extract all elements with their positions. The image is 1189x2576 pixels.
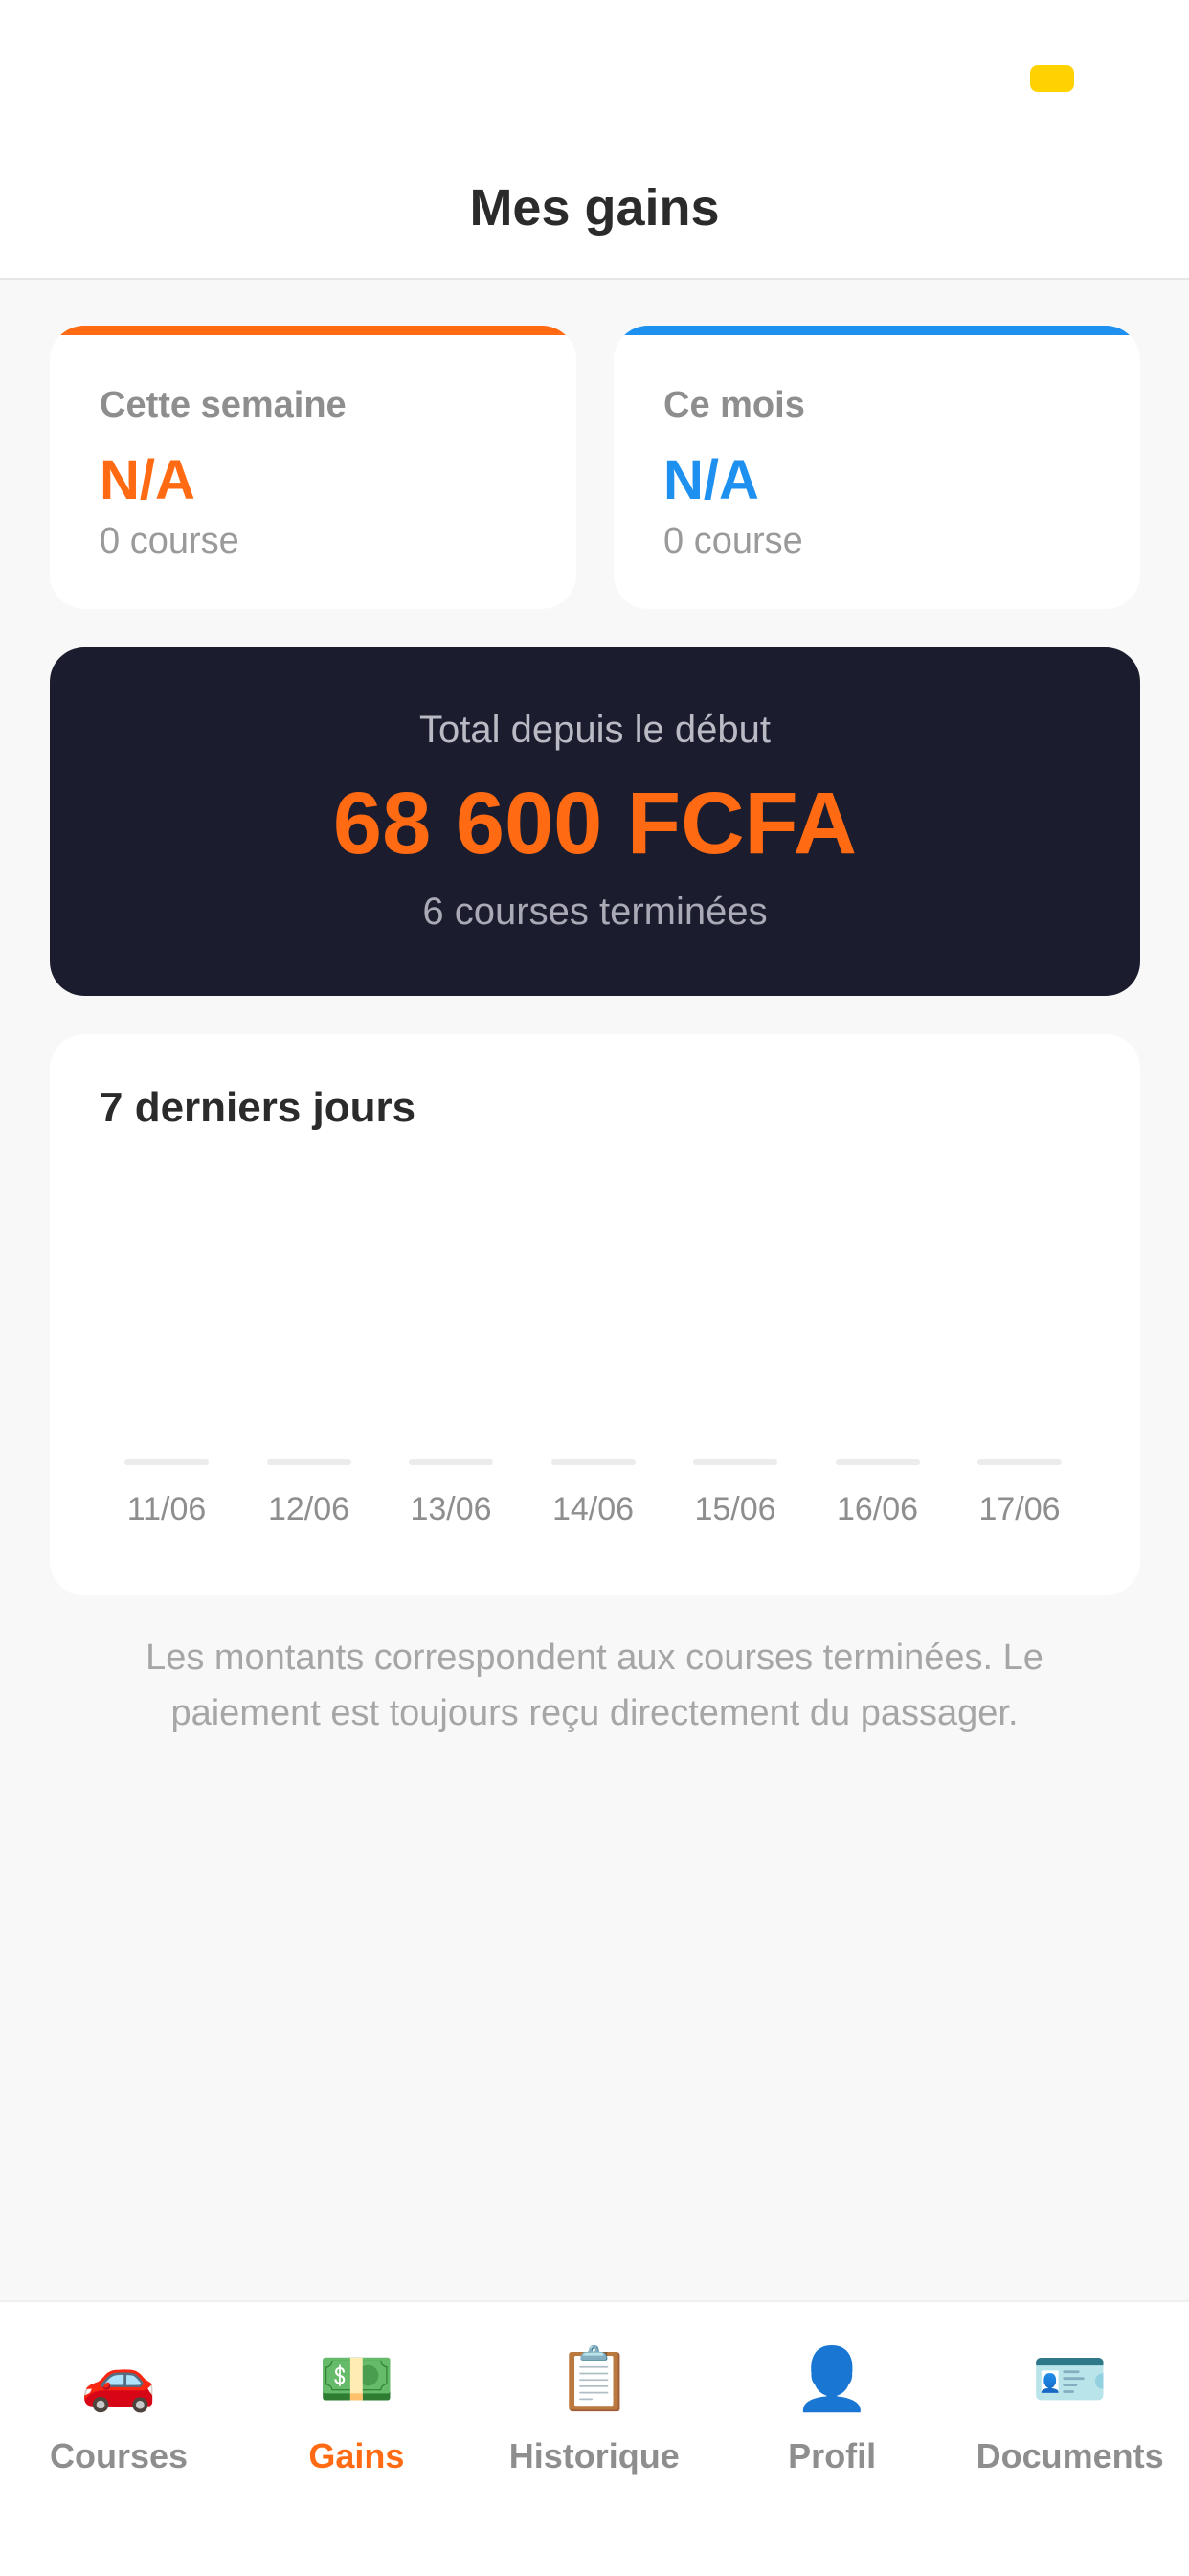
id-card-icon: 🪪 [1031,2344,1109,2413]
chart-card: 7 derniers jours 11/06 12/06 13/06 14/06 15/… [50,1034,1140,1595]
total-earnings-card: Total depuis le début 68 600 FCFA 6 cour… [50,647,1140,996]
chart-bar-track [835,1459,920,1465]
chart-title: 7 derniers jours [100,1084,416,1131]
total-amount: 68 600 FCFA [332,775,858,872]
profile-icon: 👤 [794,2344,871,2413]
chart-day-column: 12/06 [242,1159,384,1570]
chart-tick-label: 17/06 [978,1491,1061,1527]
chart-bar-track [124,1459,209,1465]
chart-day-column: 11/06 [100,1159,241,1570]
total-label: Total depuis le début [419,709,771,751]
total-completed-courses: 6 courses terminées [422,891,768,933]
status-bar [0,0,1189,153]
chart-tick-label: 14/06 [551,1491,635,1527]
tab-label: Gains [308,2436,405,2475]
page-title: Mes gains [469,179,720,237]
bottom-tab-bar: 🚗 Courses 💵 Gains 📋 Historique 👤 Profil 🪪 Documen… [0,2300,1189,2576]
chart-day-column: 14/06 [527,1159,668,1570]
chart-bar-track [550,1459,636,1465]
money-icon: 💵 [318,2344,395,2413]
chart-day-column: 17/06 [953,1159,1094,1570]
month-course-count: 0 course [663,521,803,561]
chart-tick-label: 12/06 [267,1491,350,1527]
month-earnings-card: Ce mois N/A 0 course [614,326,1140,609]
month-label: Ce mois [663,385,805,425]
car-icon: 🚗 [80,2344,157,2413]
chart-bar-track [266,1459,351,1465]
week-earnings-card: Cette semaine N/A 0 course [50,326,576,609]
chart-bar-track [693,1459,777,1465]
tab-documents[interactable]: 🪪 Documents [952,2340,1189,2494]
week-course-count: 0 course [100,521,239,561]
week-label: Cette semaine [100,385,347,425]
week-accent-bar [50,326,576,335]
chart-bar-track [977,1459,1062,1465]
month-accent-bar [614,326,1140,335]
month-value: N/A [663,449,759,511]
tab-label: Courses [49,2436,189,2475]
tab-label: Profil [788,2436,877,2475]
chart-tick-label: 11/06 [126,1491,207,1527]
tab-courses[interactable]: 🚗 Courses [0,2340,237,2494]
tab-profil[interactable]: 👤 Profil [713,2340,951,2494]
status-indicator [1030,65,1074,92]
chart-day-column: 16/06 [811,1159,953,1570]
chart-tick-label: 13/06 [410,1491,492,1527]
chart-day-column: 13/06 [384,1159,526,1570]
header: Mes gains [0,153,1189,280]
chart-tick-label: 16/06 [836,1491,919,1527]
bar-chart: 11/06 12/06 13/06 14/06 15/06 16/06 17/06 [100,1159,1090,1570]
chart-tick-label: 15/06 [694,1491,776,1527]
tab-label: Historique [508,2436,680,2475]
chart-day-column: 15/06 [668,1159,810,1570]
earnings-note: Les montants correspondent aux courses t… [146,1638,1043,1733]
chart-bar-track [409,1459,493,1465]
week-value: N/A [100,449,195,511]
tab-gains[interactable]: 💵 Gains [237,2340,475,2494]
clipboard-icon: 📋 [555,2344,633,2413]
tab-label: Documents [976,2436,1164,2475]
tab-historique[interactable]: 📋 Historique [476,2340,713,2494]
